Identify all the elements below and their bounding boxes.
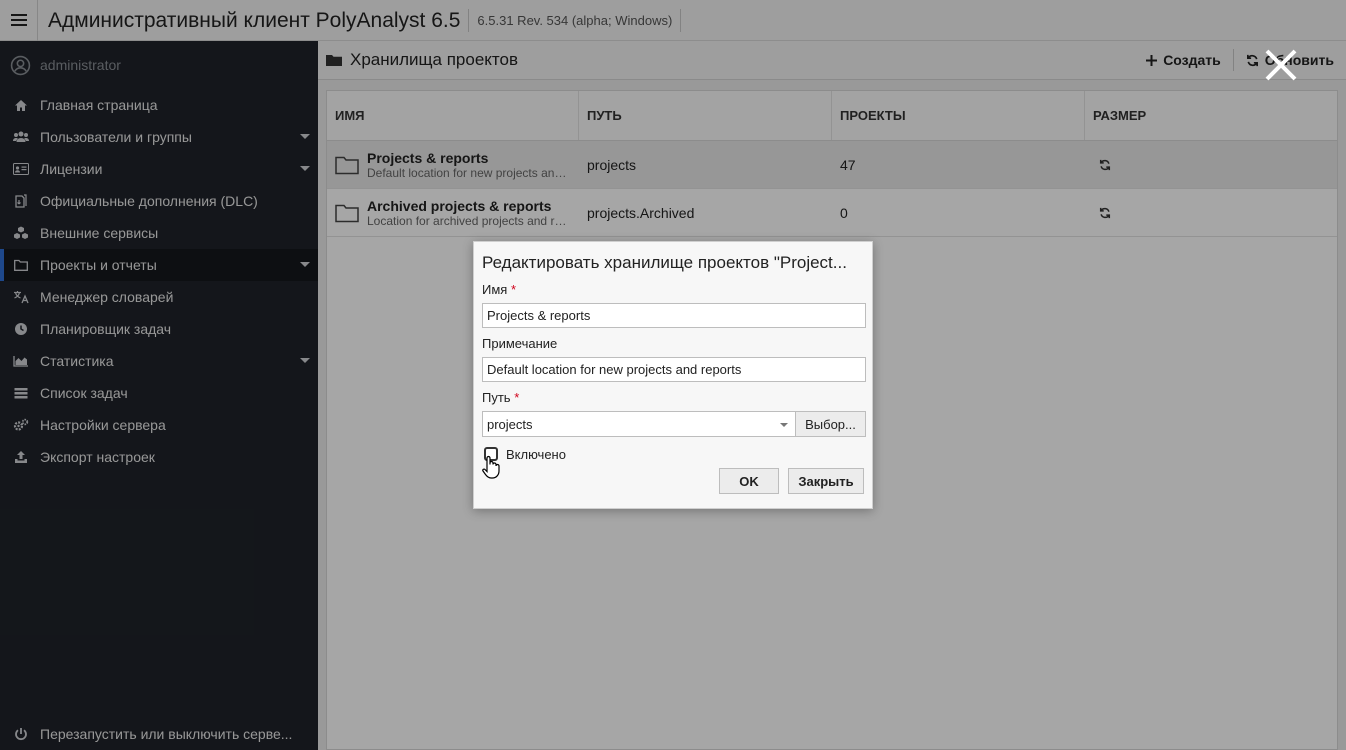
path-selected-value: projects — [487, 416, 533, 432]
name-field-label: Имя * — [482, 282, 864, 298]
ok-button[interactable]: OK — [719, 468, 779, 494]
path-select[interactable]: projects — [482, 411, 796, 437]
browse-button[interactable]: Выбор... — [796, 411, 866, 437]
name-label-text: Имя — [482, 282, 508, 297]
close-icon[interactable] — [1264, 48, 1298, 82]
chevron-down-icon — [780, 423, 788, 427]
required-mark: * — [510, 282, 517, 297]
edit-storage-dialog: Редактировать хранилище проектов "Projec… — [473, 241, 873, 509]
path-label-text: Путь — [482, 390, 511, 405]
hand-cursor-icon — [482, 455, 500, 479]
required-mark: * — [514, 390, 520, 405]
enabled-label: Включено — [506, 446, 566, 462]
dialog-title: Редактировать хранилище проектов "Projec… — [482, 253, 847, 272]
name-input[interactable] — [482, 303, 866, 328]
note-field-label: Примечание — [482, 336, 558, 351]
path-field-label: Путь * — [482, 390, 864, 406]
note-input[interactable] — [482, 357, 866, 382]
close-button[interactable]: Закрыть — [788, 468, 864, 494]
